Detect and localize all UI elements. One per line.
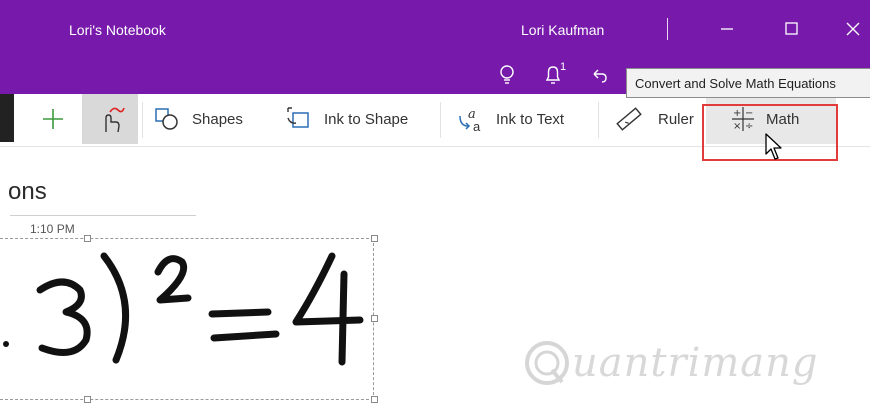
shapes-icon [155,108,178,130]
notifications-button[interactable]: 1 [538,60,568,90]
shapes-label: Shapes [192,110,243,128]
minimize-icon [721,28,733,30]
plus-icon [43,109,63,129]
close-icon [846,22,860,36]
user-name[interactable]: Lori Kaufman [521,22,604,38]
title-separator [667,18,668,40]
handwritten-equation-ink [3,252,364,366]
math-tooltip: Convert and Solve Math Equations [626,68,870,98]
ink-to-text-icon: a a [459,107,481,134]
watermark-logo-icon [525,341,569,385]
ruler-icon [616,107,642,131]
ribbon-divider [598,102,599,138]
page-time: 1:10 PM [30,222,75,236]
close-button[interactable] [838,14,868,44]
ink-to-shape-label: Ink to Shape [324,110,409,128]
ink-to-text-label: Ink to Text [496,110,565,128]
notebook-title[interactable]: Lori's Notebook [69,22,166,38]
mouse-cursor-icon [765,133,782,160]
notification-count: 1 [560,61,567,73]
draw-with-touch-button[interactable] [96,94,126,144]
undo-button[interactable] [584,60,614,90]
ink-to-shape-button[interactable]: Ink to Shape [284,94,408,144]
add-pen-button[interactable] [40,94,66,144]
undo-icon [593,69,607,83]
shapes-button[interactable]: Shapes [152,94,243,144]
left-edge-marker [0,94,14,142]
watermark-text: uantrimang [572,340,819,386]
minimize-button[interactable] [712,14,742,44]
maximize-icon [785,22,798,35]
ruler-label: Ruler [658,110,694,128]
title-bar: Lori's Notebook Lori Kaufman [0,0,870,58]
idea-button[interactable] [492,60,522,90]
svg-text:a: a [473,119,481,134]
maximize-button[interactable] [776,14,806,44]
ruler-button[interactable]: Ruler [614,94,694,144]
ink-to-text-button[interactable]: a a Ink to Text [456,94,564,144]
page-title[interactable]: ons [8,178,47,206]
touch-draw-icon [105,107,125,133]
ink-to-shape-icon [287,107,309,128]
lightbulb-icon [500,65,514,84]
title-underline [10,215,196,216]
ribbon-divider [440,102,441,138]
ribbon-divider [142,102,143,138]
